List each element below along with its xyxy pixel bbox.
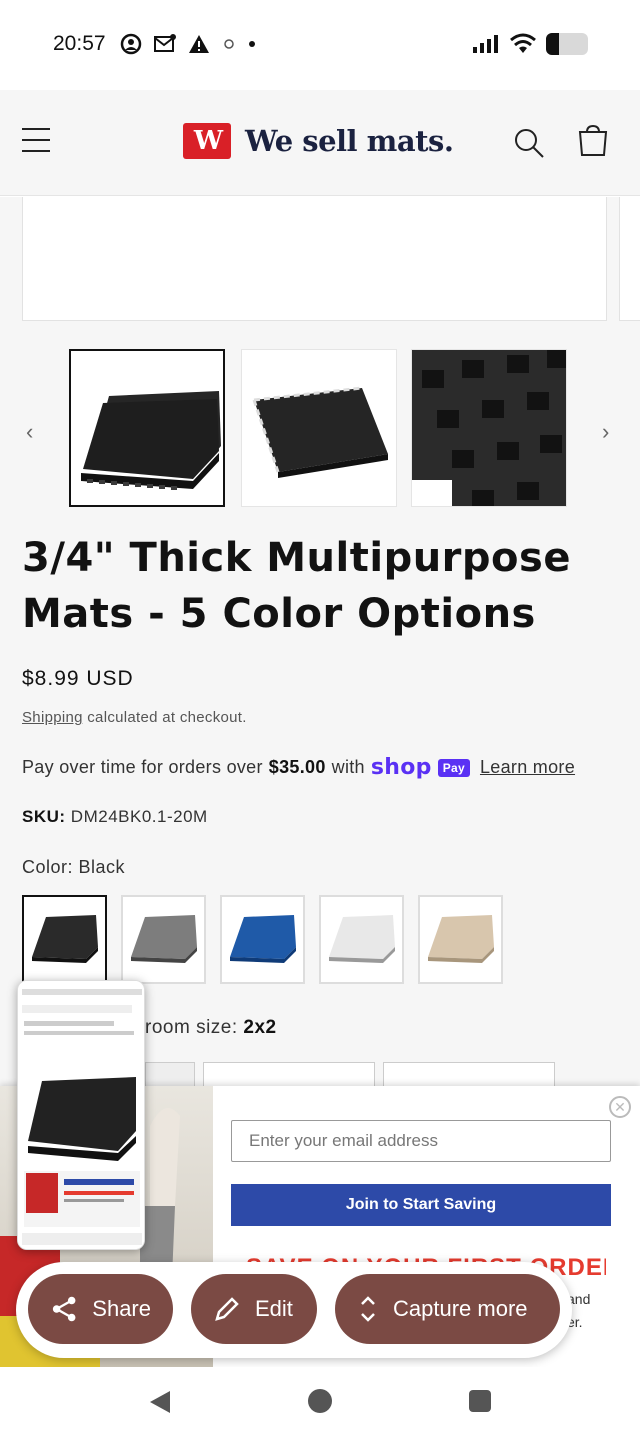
wifi-icon: [510, 33, 536, 53]
share-button[interactable]: Share: [28, 1274, 173, 1344]
site-logo[interactable]: W We sell mats.: [183, 123, 454, 159]
pay-amount: $35.00: [268, 757, 326, 777]
app-notification-icon: [224, 39, 234, 49]
product-media-next: [619, 197, 640, 321]
product-price: $8.99 USD: [22, 667, 134, 690]
more-notifications-icon: [249, 41, 255, 47]
mail-icon: [154, 34, 176, 52]
shop-pay-badge: Pay: [437, 758, 470, 777]
share-label: Share: [92, 1296, 151, 1321]
recent-apps-icon[interactable]: [469, 1390, 491, 1412]
back-icon[interactable]: [148, 1389, 172, 1415]
shipping-note: Shipping calculated at checkout.: [22, 709, 247, 726]
shipping-text: calculated at checkout.: [87, 709, 247, 726]
swatch-white[interactable]: [319, 895, 404, 984]
product-sku: SKU: DM24BK0.1-20M: [22, 807, 208, 827]
color-label: Color: Black: [22, 857, 126, 877]
product-title: 3/4" Thick Multipurpose Mats - 5 Color O…: [22, 535, 571, 637]
home-icon[interactable]: [308, 1389, 332, 1413]
site-header: W We sell mats.: [0, 90, 640, 196]
screenshot-action-bar: Share Edit Capture more: [16, 1262, 572, 1358]
swatch-black[interactable]: [22, 895, 107, 984]
share-icon: [52, 1296, 76, 1322]
capture-more-label: Capture more: [393, 1296, 528, 1321]
expand-vertical-icon: [361, 1296, 375, 1322]
account-icon: [120, 33, 142, 55]
edit-label: Edit: [255, 1296, 293, 1321]
chevron-right-icon[interactable]: ›: [602, 419, 609, 445]
pencil-icon: [215, 1297, 239, 1321]
thumbnail-1[interactable]: [69, 349, 225, 507]
signal-icon: [473, 35, 498, 53]
sku-label: SKU:: [22, 807, 66, 826]
notification-icons: [120, 33, 256, 55]
logo-text: We sell mats.: [245, 124, 454, 158]
sku-value: DM24BK0.1-20M: [70, 807, 208, 826]
capture-more-button[interactable]: Capture more: [335, 1274, 560, 1344]
menu-icon[interactable]: [22, 128, 50, 152]
swatch-grey[interactable]: [121, 895, 206, 984]
status-time: 20:57: [53, 32, 106, 55]
swatch-beige[interactable]: [418, 895, 503, 984]
battery-icon: [546, 33, 588, 55]
swatch-blue[interactable]: [220, 895, 305, 984]
chevron-left-icon[interactable]: ‹: [26, 419, 33, 445]
system-nav-bar: [0, 1367, 640, 1436]
product-media: [22, 197, 607, 321]
cart-icon[interactable]: [576, 124, 610, 158]
learn-more-link[interactable]: Learn more: [480, 757, 575, 778]
system-icons: [472, 33, 588, 55]
room-size-label: room size: 2x2: [145, 1017, 277, 1039]
page: 20:57 W We sell mats. ‹ › 3/4" Thick Mul…: [0, 0, 640, 1436]
room-size-text: room size:: [145, 1017, 238, 1038]
join-button[interactable]: Join to Start Saving: [231, 1184, 611, 1226]
thumbnail-slider: ‹ ›: [0, 349, 640, 509]
search-icon[interactable]: [512, 126, 546, 160]
pay-text-2: with: [331, 757, 365, 777]
email-field[interactable]: [231, 1120, 611, 1162]
thumbnail-3[interactable]: [411, 349, 567, 507]
status-bar: 20:57: [0, 0, 640, 90]
edit-button[interactable]: Edit: [191, 1274, 317, 1344]
shipping-link[interactable]: Shipping: [22, 709, 83, 726]
color-swatches: [22, 895, 503, 984]
room-size-value: 2x2: [243, 1017, 277, 1038]
logo-mark: W: [183, 123, 231, 159]
installments-message: Pay over time for orders over $35.00 wit…: [22, 755, 575, 780]
thumbnail-2[interactable]: [241, 349, 397, 507]
warning-icon: [189, 35, 209, 53]
pay-text-1: Pay over time for orders over: [22, 757, 263, 777]
shop-pay-logo: shop: [370, 755, 432, 780]
close-icon[interactable]: ✕: [609, 1096, 631, 1118]
screenshot-preview[interactable]: [17, 980, 145, 1250]
